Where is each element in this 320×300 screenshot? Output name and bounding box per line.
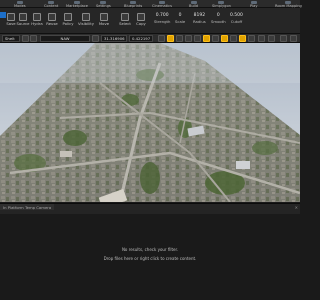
scale-icon[interactable] [185, 35, 192, 42]
simplygon-button[interactable]: Simplygon [212, 0, 231, 8]
scale-snap-icon[interactable] [239, 35, 246, 42]
rotation-snap-icon[interactable] [221, 35, 228, 42]
grid-snap-icon[interactable] [203, 35, 210, 42]
move-icon [100, 13, 108, 21]
filter-icon[interactable] [92, 35, 99, 42]
search-field[interactable]: NAW [40, 35, 90, 42]
tool-policy[interactable]: Policy [61, 12, 75, 32]
content-button[interactable]: Content [44, 0, 58, 8]
empty-results-message: No results, check your filter. [121, 247, 179, 252]
tool-hydra[interactable]: Hydra [30, 12, 44, 32]
cinematics-button[interactable]: Cinematics [152, 0, 172, 8]
tool-copy[interactable]: Copy [134, 12, 148, 32]
level-viewport[interactable] [0, 43, 300, 202]
drop-files-hint: Drop files here or right click to create… [103, 256, 197, 261]
settings-button[interactable]: Settings [96, 0, 111, 8]
policy-icon [64, 13, 72, 21]
content-browser-panel[interactable] [0, 210, 300, 300]
modes-button[interactable]: Modes [14, 0, 26, 8]
landscape-tools-bar: Save Source Hydra Reuse Policy Visibilit… [0, 8, 300, 34]
radius-field[interactable]: 8192 Radius [193, 12, 206, 24]
layout-icon[interactable] [280, 35, 287, 42]
aerial-city-render [0, 43, 300, 202]
rotate-icon[interactable] [176, 35, 183, 42]
save-icon [7, 13, 15, 21]
strength-field[interactable]: 0.700 Strength [154, 12, 170, 24]
marketplace-button[interactable]: Marketplace [66, 0, 88, 8]
scale-field[interactable]: 0.422197 [129, 35, 153, 42]
content-browser-filter-strip [0, 210, 300, 214]
camera-speed-icon[interactable] [258, 35, 265, 42]
tool-select[interactable]: Select [118, 12, 132, 32]
visibility-icon [82, 13, 90, 21]
play-button[interactable]: Play [250, 0, 258, 8]
reuse-icon [48, 13, 56, 21]
viewport-toolbar: Shelt NAW 31.316906 0.422197 [0, 34, 300, 43]
maximize-icon[interactable] [268, 35, 275, 42]
view-mode-dropdown[interactable]: Shelt [2, 35, 20, 42]
snap-value-icon[interactable] [212, 35, 219, 42]
coordinate-field[interactable]: 31.316906 [101, 35, 127, 42]
world-icon[interactable] [194, 35, 201, 42]
rotation-value-icon[interactable] [230, 35, 237, 42]
cutoff-field[interactable]: 0.500 Cutoff [230, 12, 243, 24]
hydra-icon [33, 13, 41, 21]
select-icon [121, 13, 129, 21]
scale-value-icon[interactable] [248, 35, 255, 42]
copy-icon [137, 13, 145, 21]
content-browser-tabbar: In Platform Temp Camera ✕ [0, 203, 300, 211]
smooth-field[interactable]: 0 Smooth [211, 12, 226, 24]
blueprints-button[interactable]: Blueprints [124, 0, 142, 8]
tool-visibility[interactable]: Visibility [78, 12, 94, 32]
tool-move[interactable]: Move [97, 12, 111, 32]
tool-reuse[interactable]: Reuse [45, 12, 59, 32]
tool-source[interactable]: Source [16, 12, 30, 32]
grid-icon[interactable] [30, 35, 37, 42]
lock-icon[interactable] [22, 35, 29, 42]
source-control-icon [19, 13, 27, 21]
camera-icon[interactable] [158, 35, 165, 42]
room-mapping-button[interactable]: Room Mapping [275, 0, 302, 8]
scale-field[interactable]: 0 Scale [175, 12, 185, 24]
viewport-options-icon[interactable] [290, 35, 297, 42]
top-toolbar: Modes Content Marketplace Settings Bluep… [0, 0, 302, 8]
translate-active-icon[interactable] [167, 35, 174, 42]
build-button[interactable]: Build [189, 0, 198, 8]
